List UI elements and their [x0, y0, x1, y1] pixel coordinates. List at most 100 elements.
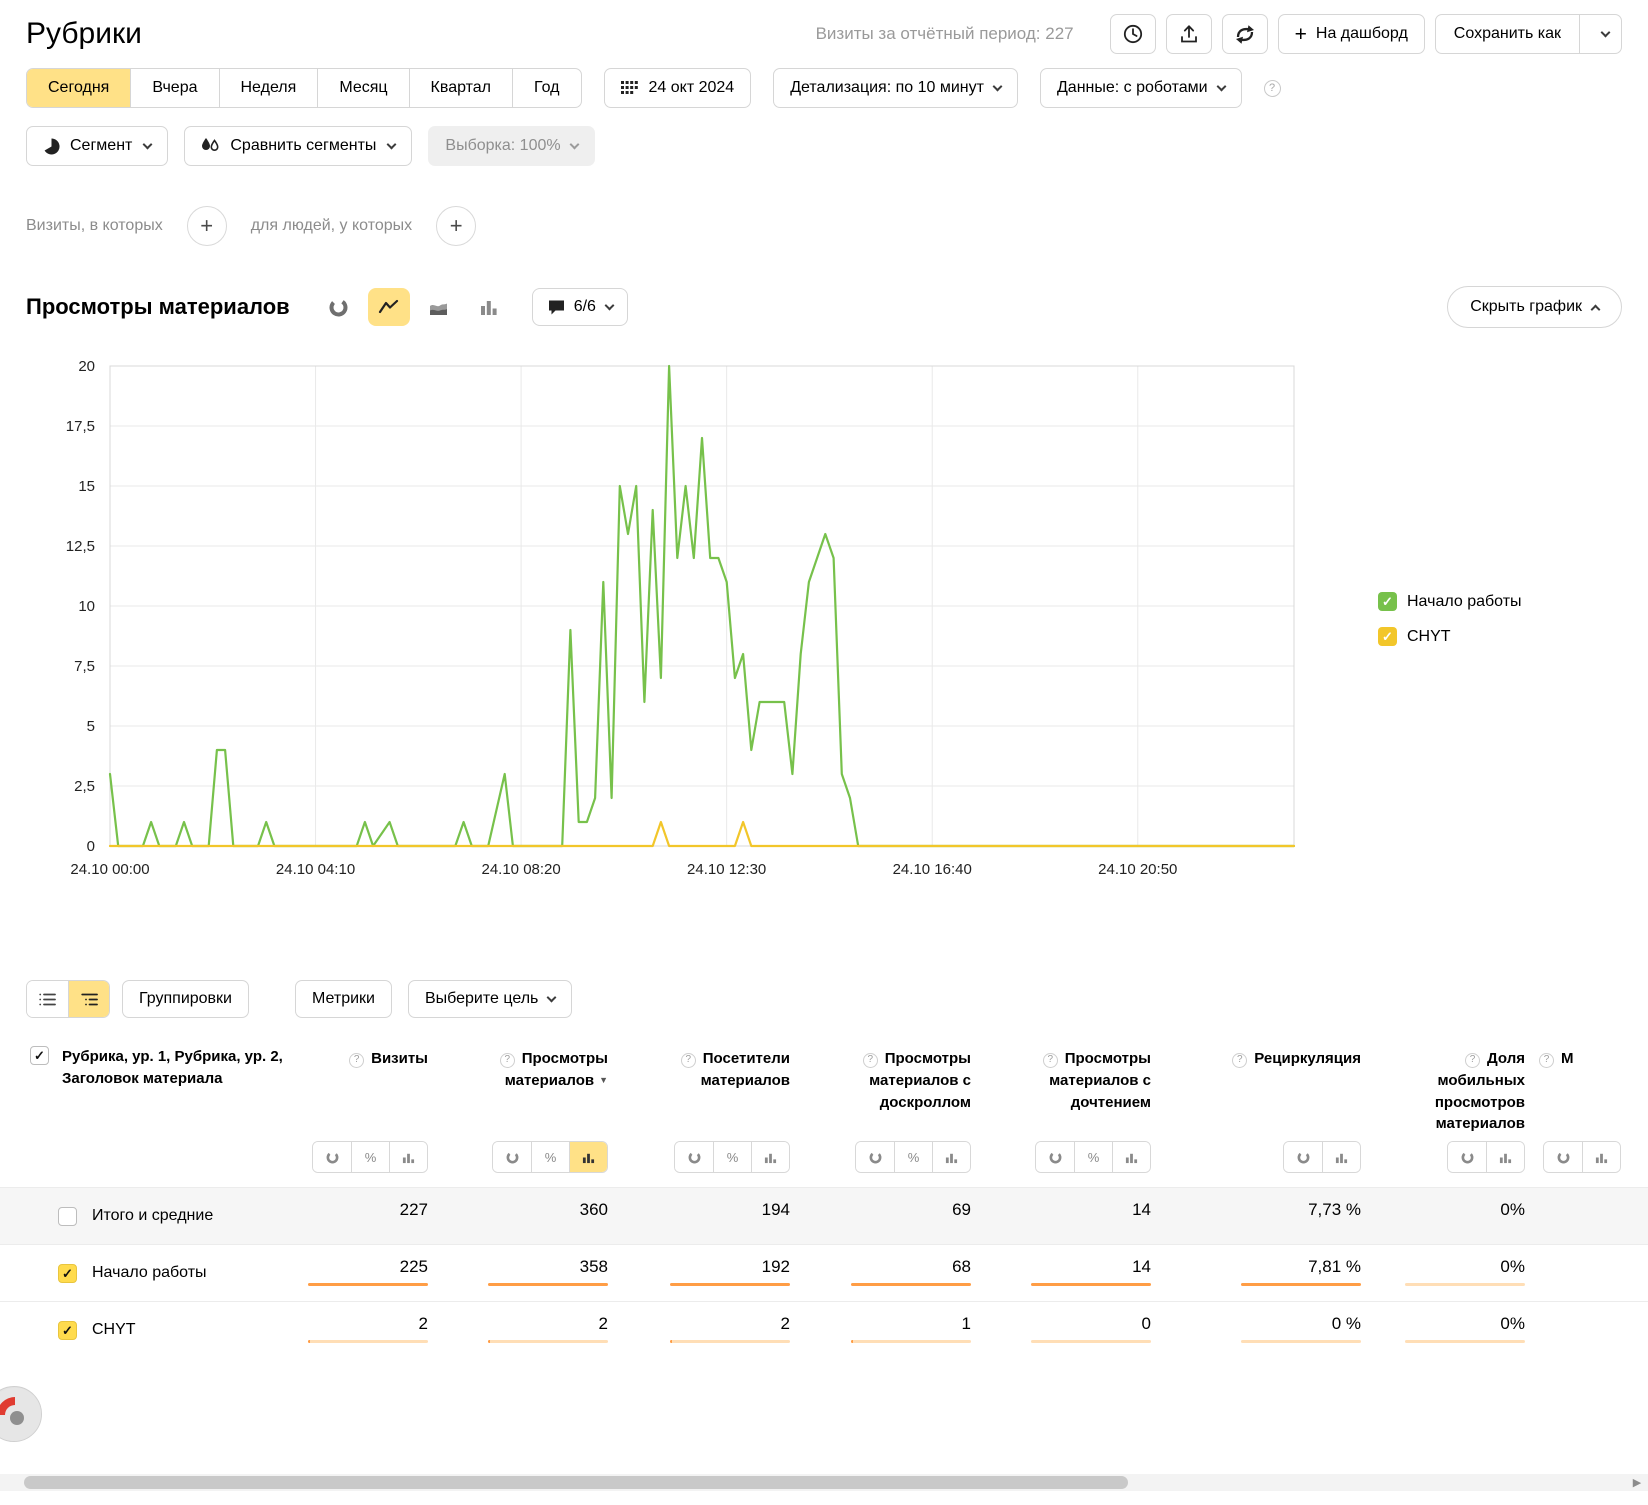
help-icon[interactable]: ? [1539, 1053, 1554, 1068]
metric-view-toggles [1539, 1141, 1648, 1173]
goal-select-dropdown[interactable]: Выберите цель [408, 980, 572, 1018]
bars-toggle[interactable] [1582, 1142, 1620, 1172]
horizontal-scrollbar[interactable]: ▶ [0, 1474, 1648, 1491]
save-as-button[interactable]: Сохранить как [1436, 15, 1579, 53]
help-icon[interactable]: ? [681, 1053, 696, 1068]
column-header-dochtenie[interactable]: ?Просмотры материалов с дочтением [985, 1046, 1165, 1113]
chevron-up-icon [1591, 304, 1601, 314]
bars-toggle[interactable] [1112, 1142, 1150, 1172]
help-icon[interactable]: ? [1264, 80, 1281, 97]
pie-toggle[interactable] [493, 1142, 531, 1172]
percent-toggle[interactable]: % [351, 1142, 389, 1172]
pie-toggle[interactable] [675, 1142, 713, 1172]
column-header-recirculation[interactable]: ?Рециркуляция [1165, 1046, 1375, 1070]
tab-year[interactable]: Год [512, 69, 580, 107]
groupings-button[interactable]: Группировки [122, 980, 249, 1018]
cell-material-visitors: 192 [622, 1245, 804, 1301]
column-header-material-views[interactable]: ?Просмотры материалов▼ [442, 1046, 622, 1092]
pie-toggle[interactable] [1544, 1142, 1582, 1172]
bars-toggle[interactable] [569, 1142, 607, 1172]
tab-today[interactable]: Сегодня [27, 69, 130, 107]
tab-yesterday[interactable]: Вчера [130, 69, 218, 107]
row-checkbox[interactable]: ✓ [58, 1321, 77, 1340]
table-header-row: ✓ Рубрика, ур. 1, Рубрика, ур. 2, Заголо… [0, 1034, 1648, 1135]
svg-text:7,5: 7,5 [74, 658, 95, 675]
bars-toggle[interactable] [389, 1142, 427, 1172]
hide-chart-button[interactable]: Скрыть график [1447, 286, 1622, 328]
percent-toggle[interactable]: % [1074, 1142, 1112, 1172]
chart-type-columns-button[interactable] [468, 288, 510, 326]
add-visits-filter-button[interactable]: + [187, 206, 227, 246]
scrollbar-right-arrow-icon[interactable]: ▶ [1628, 1474, 1646, 1491]
detalization-dropdown[interactable]: Детализация: по 10 минут [773, 68, 1018, 108]
help-icon[interactable]: ? [1465, 1053, 1480, 1068]
column-header-doscroll[interactable]: ?Просмотры материалов с доскроллом [804, 1046, 985, 1113]
bars-mini-icon [582, 1151, 595, 1164]
integrations-button[interactable] [1222, 14, 1268, 54]
cell-material-visitors: 194 [622, 1188, 804, 1244]
column-header-visits[interactable]: ?Визиты [293, 1046, 442, 1070]
cell-mobile-share: 0% [1375, 1302, 1539, 1358]
pie-toggle[interactable] [856, 1142, 894, 1172]
table-row-totals: ✓ Итого и средние 227 360 194 69 14 7,73… [0, 1187, 1648, 1244]
select-all-checkbox[interactable]: ✓ [30, 1046, 49, 1065]
column-header-cutoff[interactable]: ?М [1539, 1046, 1648, 1070]
row-checkbox[interactable]: ✓ [58, 1264, 77, 1283]
data-robots-dropdown[interactable]: Данные: с роботами [1040, 68, 1242, 108]
export-button[interactable] [1166, 14, 1212, 54]
bars-mini-icon [402, 1151, 415, 1164]
add-to-dashboard-button[interactable]: + На дашборд [1278, 14, 1425, 54]
sampling-button[interactable]: Выборка: 100% [428, 126, 594, 166]
help-icon[interactable]: ? [1232, 1053, 1247, 1068]
row-checkbox[interactable]: ✓ [58, 1207, 77, 1226]
scrollbar-thumb[interactable] [24, 1476, 1128, 1489]
chart-type-area-button[interactable] [418, 288, 460, 326]
pie-toggle[interactable] [1448, 1142, 1486, 1172]
percent-toggle[interactable]: % [894, 1142, 932, 1172]
help-icon[interactable]: ? [1043, 1053, 1058, 1068]
value-bar [308, 1283, 428, 1286]
tree-view-button[interactable] [68, 981, 109, 1017]
column-header-material-visitors[interactable]: ?Посетители материалов [622, 1046, 804, 1092]
svg-text:24.10 00:00: 24.10 00:00 [70, 861, 149, 878]
comments-button[interactable]: 6/6 [532, 288, 628, 326]
pie-mini-icon [1297, 1151, 1310, 1164]
save-as-menu-button[interactable] [1579, 15, 1621, 53]
legend-checkbox[interactable]: ✓ [1378, 592, 1397, 611]
history-button[interactable] [1110, 14, 1156, 54]
percent-toggle[interactable]: % [531, 1142, 569, 1172]
cell-dochtenie: 14 [985, 1245, 1165, 1301]
cell-dochtenie: 0 [985, 1302, 1165, 1358]
date-picker-button[interactable]: 24 окт 2024 [604, 68, 752, 108]
compare-segments-button[interactable]: Сравнить сегменты [184, 126, 412, 166]
column-header-mobile-share[interactable]: ?Доля мобильных просмотров материалов [1375, 1046, 1539, 1135]
bars-toggle[interactable] [932, 1142, 970, 1172]
bars-toggle[interactable] [751, 1142, 789, 1172]
legend-label: CHYT [1407, 628, 1451, 646]
legend-checkbox[interactable]: ✓ [1378, 627, 1397, 646]
add-people-filter-button[interactable]: + [436, 206, 476, 246]
help-icon[interactable]: ? [500, 1053, 515, 1068]
bars-toggle[interactable] [1322, 1142, 1360, 1172]
chart-type-line-button[interactable] [368, 288, 410, 326]
metrica-badge[interactable] [0, 1386, 42, 1442]
segment-button[interactable]: Сегмент [26, 126, 168, 166]
pie-toggle[interactable] [1036, 1142, 1074, 1172]
metrics-button[interactable]: Метрики [295, 980, 392, 1018]
flat-list-view-button[interactable] [27, 981, 68, 1017]
period-tabs: Сегодня Вчера Неделя Месяц Квартал Год [26, 68, 582, 108]
help-icon[interactable]: ? [349, 1053, 364, 1068]
help-icon[interactable]: ? [863, 1053, 878, 1068]
cell-mobile-share: 0% [1375, 1188, 1539, 1244]
chart-type-pie-button[interactable] [318, 288, 360, 326]
check-icon: ✓ [62, 1210, 73, 1223]
bars-toggle[interactable] [1486, 1142, 1524, 1172]
legend-item-chyt[interactable]: ✓ CHYT [1378, 627, 1522, 646]
tab-month[interactable]: Месяц [317, 69, 408, 107]
pie-toggle[interactable] [1284, 1142, 1322, 1172]
tab-week[interactable]: Неделя [219, 69, 318, 107]
legend-item-nachalo-raboty[interactable]: ✓ Начало работы [1378, 592, 1522, 611]
tab-quarter[interactable]: Квартал [409, 69, 512, 107]
percent-toggle[interactable]: % [713, 1142, 751, 1172]
pie-toggle[interactable] [313, 1142, 351, 1172]
